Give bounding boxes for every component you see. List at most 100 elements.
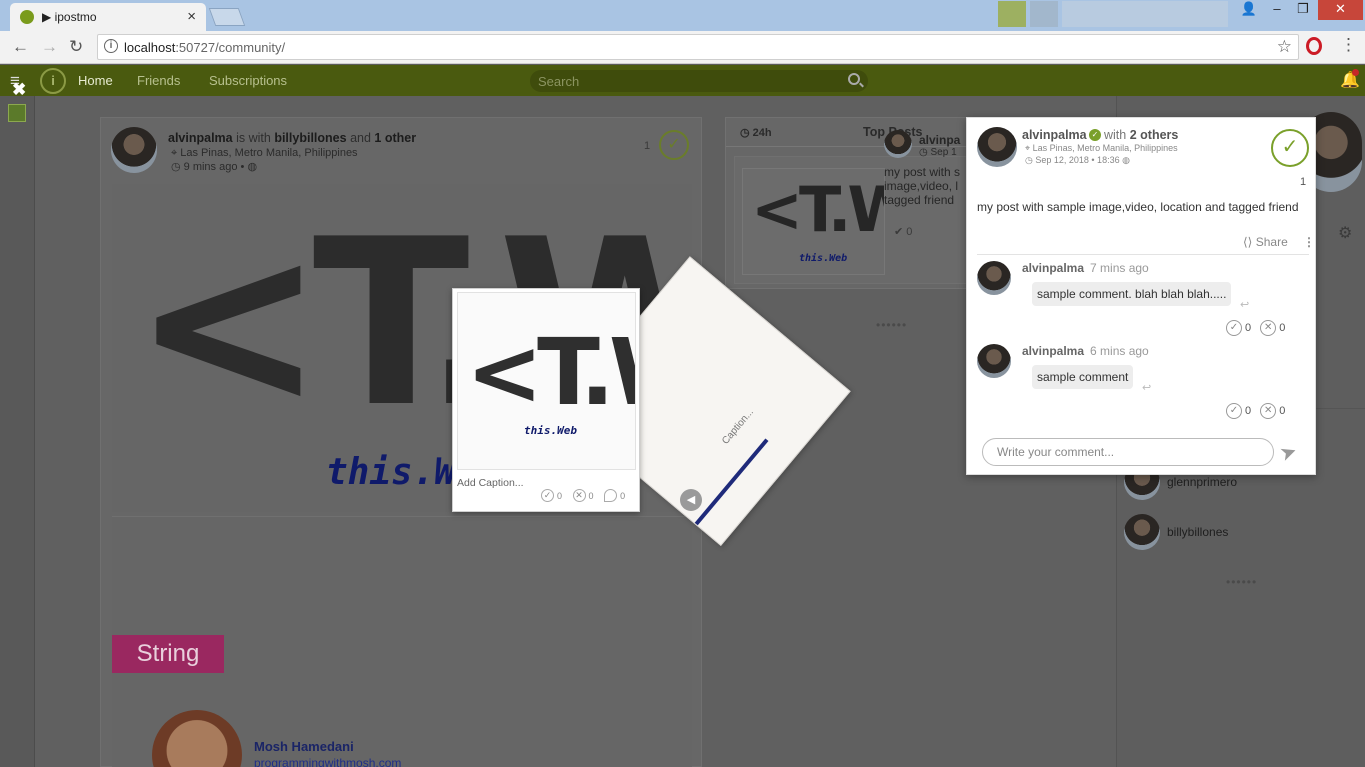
- extension-icon[interactable]: [998, 1, 1026, 27]
- video-presenter-name: Mosh Hamedani: [254, 739, 354, 754]
- post-location: ⌖ Las Pinas, Metro Manila, Philippines: [171, 147, 358, 159]
- loading-dots: ••••••: [1226, 575, 1258, 589]
- extension-icon[interactable]: [1030, 1, 1058, 27]
- nav-subscriptions[interactable]: Subscriptions: [209, 73, 287, 88]
- like-count: 1: [1300, 176, 1307, 188]
- add-caption-link[interactable]: Add Caption...: [457, 477, 524, 489]
- post-location: ⌖ Las Pinas, Metro Manila, Philippines: [1025, 143, 1178, 153]
- dislike-icon[interactable]: ✕: [1260, 403, 1277, 419]
- author-name[interactable]: alvinpalma: [168, 131, 233, 145]
- post-menu-icon[interactable]: ⋮: [1303, 235, 1315, 249]
- like-check-button[interactable]: ✓: [1271, 129, 1309, 167]
- loading-dots: ••••••: [876, 318, 908, 332]
- video-badge: String: [112, 635, 224, 673]
- polaroid-logo-mark: <T.W>: [466, 319, 635, 426]
- like-count: 1: [644, 140, 651, 152]
- share-icon: ⟨⟩: [1243, 235, 1253, 249]
- opera-icon[interactable]: [1306, 37, 1322, 55]
- comment-avatar[interactable]: [977, 261, 1011, 295]
- top-post-avatar[interactable]: [884, 130, 912, 158]
- profile-icon[interactable]: 👤: [1236, 0, 1262, 20]
- notification-badge: [1352, 69, 1359, 76]
- favicon-icon: [20, 10, 34, 24]
- tab-title: ▶ ipostmo: [42, 10, 97, 24]
- play-icon[interactable]: ◀: [680, 489, 702, 511]
- comment-avatar[interactable]: [977, 344, 1011, 378]
- tagged-summary[interactable]: with 2 others: [1104, 128, 1178, 142]
- tab-24h[interactable]: ◷ 24h: [740, 126, 772, 139]
- post-body: my post with sample image,video, locatio…: [977, 200, 1299, 214]
- top-post-date: ◷ Sep 1: [919, 147, 957, 158]
- polaroid-image[interactable]: <T.W> this.Web: [457, 292, 636, 470]
- comment-text: sample comment. blah blah blah.....: [1032, 282, 1232, 306]
- user-avatar[interactable]: [8, 104, 26, 122]
- post-detail-popup: alvinpalma ✓ with 2 others ⌖ Las Pinas, …: [966, 117, 1316, 475]
- url-text: localhost:50727/community/: [124, 40, 286, 55]
- minimize-button[interactable]: –: [1264, 0, 1290, 20]
- dislike-icon[interactable]: ✕: [1260, 320, 1277, 336]
- bookmark-star-icon[interactable]: ☆: [1277, 37, 1292, 57]
- new-tab-button[interactable]: [208, 8, 246, 26]
- close-overlay-icon[interactable]: ✖: [12, 80, 26, 100]
- tab-close-icon[interactable]: ×: [187, 8, 196, 25]
- nav-home[interactable]: Home: [78, 73, 113, 88]
- post-video[interactable]: String Mosh Hamedani programmingwithmosh…: [112, 516, 692, 767]
- friend-avatar[interactable]: [1124, 514, 1160, 550]
- extension-area: [1062, 1, 1228, 27]
- url-bar[interactable]: i localhost:50727/community/ ☆: [97, 34, 1299, 60]
- app-logo[interactable]: i: [40, 68, 66, 94]
- polaroid-logo-sub: this.Web: [524, 424, 577, 437]
- image-polaroid[interactable]: <T.W> this.Web Add Caption... ✓0 ✕0 0: [452, 288, 640, 512]
- share-button[interactable]: ⟨⟩ Share: [1243, 235, 1288, 249]
- back-icon[interactable]: ←: [12, 37, 29, 57]
- like-icon[interactable]: ✓: [1226, 403, 1242, 419]
- post-header: alvinpalma is with billybillones and 1 o…: [168, 131, 417, 145]
- top-posts-panel: ◷ 24h Top Posts <T.W> this.Web alvinpa ◷…: [725, 117, 976, 289]
- top-post-text: my post with s image,video, l tagged fri…: [884, 165, 961, 207]
- reload-icon[interactable]: ↻: [69, 37, 83, 57]
- post-time: ◷ 9 mins ago • ◍: [171, 161, 258, 173]
- comment-author: alvinpalma 6 mins ago: [1022, 344, 1149, 358]
- verified-icon: ✓: [1089, 129, 1101, 141]
- author-avatar[interactable]: [111, 127, 157, 173]
- top-post-likes: ✔ 0: [894, 226, 913, 238]
- like-icon[interactable]: ✓: [1226, 320, 1242, 336]
- friend-name[interactable]: billybillones: [1167, 525, 1228, 539]
- gear-icon[interactable]: ⚙: [1338, 223, 1352, 243]
- browser-tab[interactable]: ▶ ipostmo ×: [10, 3, 206, 31]
- author-avatar[interactable]: [977, 127, 1017, 167]
- reply-icon[interactable]: ↩: [1142, 381, 1151, 394]
- comment-input[interactable]: [982, 438, 1274, 466]
- comment-actions: ✓ 0 ✕ 0: [1226, 320, 1291, 336]
- author-name[interactable]: alvinpalma: [1022, 128, 1087, 142]
- comment-actions: ✓ 0 ✕ 0: [1226, 403, 1291, 419]
- search-icon[interactable]: [848, 73, 860, 85]
- video-presenter-url: programmingwithmosh.com: [254, 756, 402, 767]
- search-input[interactable]: [538, 73, 838, 89]
- friend-name[interactable]: glennprimero: [1167, 475, 1237, 489]
- video-presenter-avatar: [152, 710, 242, 767]
- close-window-button[interactable]: ✕: [1318, 0, 1363, 20]
- like-icon[interactable]: ✓: [541, 489, 554, 502]
- top-post-author[interactable]: alvinpa: [919, 133, 960, 147]
- left-rail: [0, 96, 35, 767]
- dislike-icon[interactable]: ✕: [572, 489, 586, 502]
- browser-menu-icon[interactable]: ⋮: [1340, 35, 1357, 55]
- divider: [977, 254, 1309, 255]
- send-icon[interactable]: ➤: [1276, 438, 1300, 467]
- tagged-user[interactable]: billybillones: [274, 131, 346, 145]
- tagged-others[interactable]: 1 other: [374, 131, 416, 145]
- maximize-button[interactable]: ❐: [1290, 0, 1316, 20]
- info-icon[interactable]: i: [104, 39, 118, 53]
- address-toolbar: ← → ↻ i localhost:50727/community/ ☆ ⋮: [0, 31, 1365, 64]
- nav-friends[interactable]: Friends: [137, 73, 180, 88]
- forward-icon[interactable]: →: [41, 37, 58, 57]
- comment-icon[interactable]: [604, 489, 618, 502]
- comment-author: alvinpalma 7 mins ago: [1022, 261, 1149, 275]
- like-check-button[interactable]: ✓: [659, 130, 689, 160]
- polaroid-actions: ✓ 0 ✕ 0 0: [541, 489, 633, 502]
- app-header: ≡ i Home Friends Subscriptions 🔔: [0, 65, 1365, 96]
- top-post-thumbnail[interactable]: <T.W> this.Web: [742, 168, 885, 275]
- reply-icon[interactable]: ↩: [1240, 298, 1249, 311]
- search-box: [530, 70, 868, 92]
